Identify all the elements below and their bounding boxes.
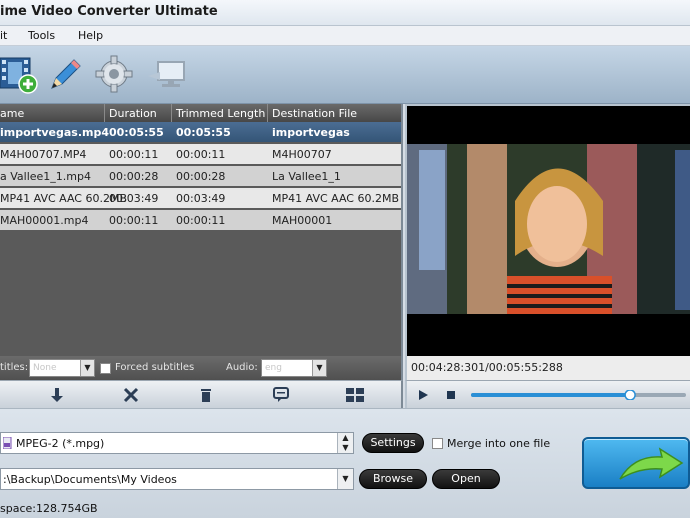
file-name: MP41 AVC AAC 60.2MB — [0, 192, 128, 205]
add-video-icon[interactable] — [0, 54, 40, 94]
edit-pencil-icon[interactable] — [44, 54, 84, 94]
playback-bar — [405, 380, 690, 408]
file-list: ame Duration Trimmed Length Destination … — [0, 104, 403, 356]
browse-button[interactable]: Browse — [359, 469, 427, 489]
convert-arrow-icon — [619, 447, 684, 480]
file-duration: 00:00:11 — [109, 148, 159, 161]
file-destination: MP41 AVC AAC 60.2MB — [272, 192, 400, 205]
column-duration[interactable]: Duration — [109, 107, 157, 120]
preview-timestamp-bar: 00:04:28:301/00:05:55:288 — [405, 356, 690, 380]
column-destination-file[interactable]: Destination File — [272, 107, 357, 120]
output-path-field[interactable]: :\Backup\Documents\My Videos ▼ — [0, 468, 354, 490]
column-trimmed-length[interactable]: Trimmed Length — [176, 107, 265, 120]
file-duration: 00:00:11 — [109, 214, 159, 227]
file-trimmed: 00:00:11 — [176, 214, 226, 227]
menu-edit[interactable]: it — [0, 29, 7, 42]
file-trimmed: 00:05:55 — [176, 126, 231, 139]
file-row[interactable]: MAH00001.mp4 00:00:11 00:00:11 MAH00001 — [0, 210, 401, 230]
merge-checkbox[interactable] — [432, 438, 443, 449]
audio-select[interactable]: eng ▼ — [261, 359, 327, 377]
merge-grid-icon[interactable] — [345, 386, 365, 404]
forced-subtitles-checkbox[interactable] — [100, 363, 111, 374]
video-preview — [405, 104, 690, 356]
menu-tools[interactable]: Tools — [28, 29, 55, 42]
audio-select-value: eng — [265, 363, 282, 373]
seek-slider[interactable] — [471, 390, 686, 400]
stop-icon[interactable] — [445, 389, 457, 401]
open-button[interactable]: Open — [432, 469, 500, 489]
audio-label: Audio: — [226, 362, 258, 373]
format-value: MPEG-2 (*.mpg) — [16, 437, 105, 450]
format-file-icon — [2, 436, 13, 450]
file-duration: 00:03:49 — [109, 192, 159, 205]
file-row[interactable]: a Vallee1_1.mp4 00:00:28 00:00:28 La Val… — [0, 166, 401, 186]
remove-icon[interactable] — [121, 386, 141, 404]
file-duration: 00:05:55 — [109, 126, 164, 139]
merge-label: Merge into one file — [447, 437, 551, 450]
title-bar: ime Video Converter Ultimate — [0, 0, 690, 26]
list-action-bar — [0, 380, 403, 408]
spinner-icon[interactable]: ▲ ▼ — [337, 433, 353, 453]
file-trimmed: 00:00:11 — [176, 148, 226, 161]
menu-bar: it Tools Help — [0, 26, 690, 46]
file-destination: La Vallee1_1 — [272, 170, 341, 183]
move-down-icon[interactable] — [47, 386, 67, 404]
settings-gear-icon[interactable] — [94, 54, 134, 94]
menu-help[interactable]: Help — [78, 29, 103, 42]
toolbar — [0, 46, 690, 104]
chevron-down-icon[interactable]: ▼ — [337, 469, 353, 489]
window-title: ime Video Converter Ultimate — [0, 4, 218, 19]
file-destination: M4H00707 — [272, 148, 332, 161]
file-row[interactable]: M4H00707.MP4 00:00:11 00:00:11 M4H00707 — [0, 144, 401, 164]
file-list-header: ame Duration Trimmed Length Destination … — [0, 104, 401, 122]
output-panel: MPEG-2 (*.mpg) ▲ ▼ Settings Merge into on… — [0, 408, 690, 518]
subtitle-bar: titles: None ▼ Forced subtitles Audio: e… — [0, 356, 403, 380]
file-trimmed: 00:03:49 — [176, 192, 226, 205]
file-name: M4H00707.MP4 — [0, 148, 87, 161]
file-duration: 00:00:28 — [109, 170, 159, 183]
file-name: MAH00001.mp4 — [0, 214, 89, 227]
file-row[interactable]: MP41 AVC AAC 60.2MB 00:03:49 00:03:49 MP… — [0, 188, 401, 208]
subtitles-label: titles: — [0, 362, 29, 373]
column-name[interactable]: ame — [0, 107, 24, 120]
file-destination: MAH00001 — [272, 214, 333, 227]
convert-button[interactable] — [582, 437, 690, 489]
play-icon[interactable] — [417, 389, 429, 401]
forced-subtitles-label: Forced subtitles — [115, 362, 195, 373]
settings-button[interactable]: Settings — [362, 433, 424, 453]
file-trimmed: 00:00:28 — [176, 170, 226, 183]
subtitle-comment-icon[interactable] — [271, 386, 291, 404]
chevron-down-icon: ▼ — [80, 360, 94, 376]
file-row[interactable]: importvegas.mp4 00:05:55 00:05:55 import… — [0, 122, 401, 142]
chevron-down-icon: ▼ — [312, 360, 326, 376]
file-destination: importvegas — [272, 126, 350, 139]
output-path-value: :\Backup\Documents\My Videos — [3, 473, 177, 486]
file-name: importvegas.mp4 — [0, 126, 109, 139]
format-select[interactable]: MPEG-2 (*.mpg) ▲ ▼ — [0, 432, 354, 454]
video-frame — [407, 106, 690, 356]
preview-timestamp: 00:04:28:301/00:05:55:288 — [411, 361, 563, 374]
subtitles-select[interactable]: None ▼ — [29, 359, 95, 377]
monitor-icon[interactable] — [146, 54, 186, 94]
trash-icon[interactable] — [196, 386, 216, 404]
file-name: a Vallee1_1.mp4 — [0, 170, 91, 183]
free-space-label: space:128.754GB — [0, 502, 98, 515]
subtitles-select-value: None — [33, 363, 57, 373]
